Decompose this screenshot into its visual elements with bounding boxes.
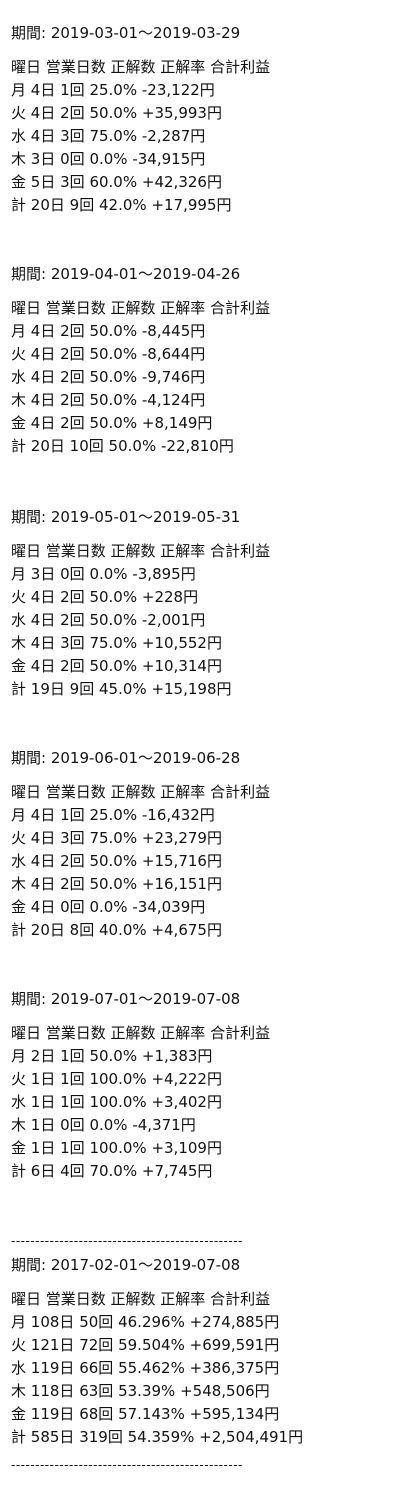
table-row: 木 4日 2回 50.0% -4,124円 bbox=[11, 391, 206, 409]
table-row: 火 121日 72回 59.504% +699,591円 bbox=[11, 1336, 280, 1354]
table-row: 火 4日 2回 50.0% +228円 bbox=[11, 588, 199, 606]
table-total-row: 計 20日 10回 50.0% -22,810円 bbox=[11, 437, 234, 455]
period-section: 期間: 2019-04-01〜2019-04-26 曜日 営業日数 正解数 正解… bbox=[11, 263, 391, 458]
table-row: 火 4日 3回 75.0% +23,279円 bbox=[11, 829, 222, 847]
table-row: 金 4日 2回 50.0% +8,149円 bbox=[11, 414, 213, 432]
period-line: 期間: 2017-02-01〜2019-07-08 bbox=[11, 1256, 241, 1274]
table-row: 水 119日 66回 55.462% +386,375円 bbox=[11, 1359, 280, 1377]
table-total-row: 計 20日 8回 40.0% +4,675円 bbox=[11, 921, 222, 939]
table-row: 金 1日 1回 100.0% +3,109円 bbox=[11, 1139, 222, 1157]
table-header: 曜日 営業日数 正解数 正解率 合計利益 bbox=[11, 299, 271, 317]
table-row: 火 4日 2回 50.0% -8,644円 bbox=[11, 345, 206, 363]
table-row: 月 108日 50回 46.296% +274,885円 bbox=[11, 1313, 280, 1331]
table-row: 水 4日 2回 50.0% -2,001円 bbox=[11, 611, 206, 629]
table-header: 曜日 営業日数 正解数 正解率 合計利益 bbox=[11, 1290, 271, 1308]
table-total-row: 計 20日 9回 42.0% +17,995円 bbox=[11, 196, 232, 214]
table-total-row: 計 19日 9回 45.0% +15,198円 bbox=[11, 680, 232, 698]
table-total-row: 計 585日 319回 54.359% +2,504,491円 bbox=[11, 1428, 304, 1446]
period-line: 期間: 2019-05-01〜2019-05-31 bbox=[11, 508, 241, 526]
table-row: 月 4日 1回 25.0% -23,122円 bbox=[11, 81, 215, 99]
table-row: 月 2日 1回 50.0% +1,383円 bbox=[11, 1047, 213, 1065]
table-header: 曜日 営業日数 正解数 正解率 合計利益 bbox=[11, 58, 271, 76]
table-header: 曜日 営業日数 正解数 正解率 合計利益 bbox=[11, 542, 271, 560]
table-row: 水 1日 1回 100.0% +3,402円 bbox=[11, 1093, 222, 1111]
period-section: 期間: 2019-03-01〜2019-03-29 曜日 営業日数 正解数 正解… bbox=[11, 22, 391, 217]
table-row: 金 4日 2回 50.0% +10,314円 bbox=[11, 657, 222, 675]
table-row: 木 4日 3回 75.0% +10,552円 bbox=[11, 634, 222, 652]
table-row: 金 5日 3回 60.0% +42,326円 bbox=[11, 173, 222, 191]
period-section: 期間: 2019-07-01〜2019-07-08 曜日 営業日数 正解数 正解… bbox=[11, 988, 391, 1183]
period-line: 期間: 2019-07-01〜2019-07-08 bbox=[11, 990, 241, 1008]
table-row: 月 4日 2回 50.0% -8,445円 bbox=[11, 322, 206, 340]
table-row: 金 119日 68回 57.143% +595,134円 bbox=[11, 1405, 280, 1423]
table-row: 水 4日 2回 50.0% +15,716円 bbox=[11, 852, 222, 870]
table-row: 木 118日 63回 53.39% +548,506円 bbox=[11, 1382, 270, 1400]
table-row: 火 4日 2回 50.0% +35,993円 bbox=[11, 104, 222, 122]
table-header: 曜日 営業日数 正解数 正解率 合計利益 bbox=[11, 1024, 271, 1042]
table-row: 月 3日 0回 0.0% -3,895円 bbox=[11, 565, 196, 583]
table-row: 木 3日 0回 0.0% -34,915円 bbox=[11, 150, 206, 168]
table-row: 金 4日 0回 0.0% -34,039円 bbox=[11, 898, 206, 916]
table-row: 水 4日 2回 50.0% -9,746円 bbox=[11, 368, 206, 386]
table-row: 木 1日 0回 0.0% -4,371円 bbox=[11, 1116, 196, 1134]
table-total-row: 計 6日 4回 70.0% +7,745円 bbox=[11, 1162, 213, 1180]
period-line: 期間: 2019-04-01〜2019-04-26 bbox=[11, 265, 241, 283]
period-section: 期間: 2019-06-01〜2019-06-28 曜日 営業日数 正解数 正解… bbox=[11, 747, 391, 942]
period-section: 期間: 2019-05-01〜2019-05-31 曜日 営業日数 正解数 正解… bbox=[11, 506, 391, 701]
table-row: 水 4日 3回 75.0% -2,287円 bbox=[11, 127, 206, 145]
table-row: 月 4日 1回 25.0% -16,432円 bbox=[11, 806, 215, 824]
table-header: 曜日 営業日数 正解数 正解率 合計利益 bbox=[11, 783, 271, 801]
page: 期間: 2019-03-01〜2019-03-29 曜日 営業日数 正解数 正解… bbox=[0, 0, 400, 1496]
table-row: 木 4日 2回 50.0% +16,151円 bbox=[11, 875, 222, 893]
period-line: 期間: 2019-03-01〜2019-03-29 bbox=[11, 24, 241, 42]
period-line: 期間: 2019-06-01〜2019-06-28 bbox=[11, 749, 241, 767]
table-row: 火 1日 1回 100.0% +4,222円 bbox=[11, 1070, 222, 1088]
divider-top: ----------------------------------------… bbox=[11, 1234, 243, 1248]
divider-bottom: ----------------------------------------… bbox=[11, 1458, 243, 1472]
overall-section: 期間: 2017-02-01〜2019-07-08 曜日 営業日数 正解数 正解… bbox=[11, 1254, 391, 1449]
